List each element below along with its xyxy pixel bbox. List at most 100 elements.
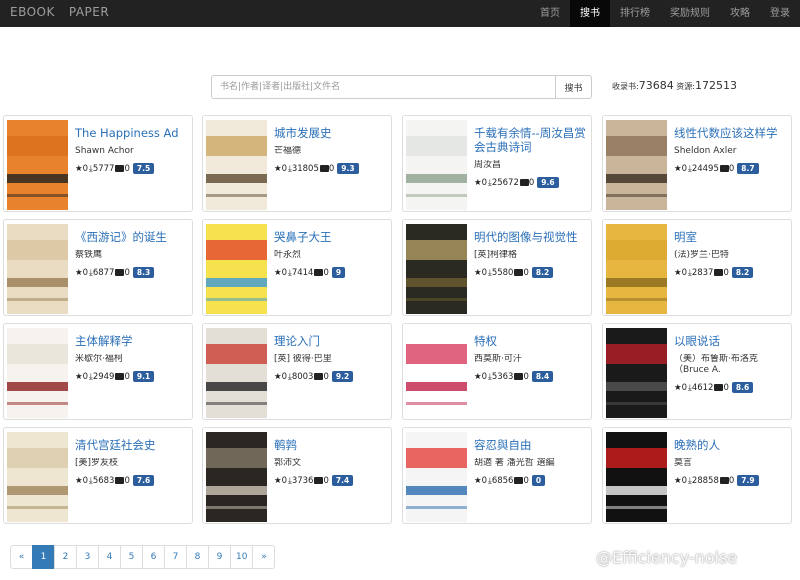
book-card[interactable]: 哭鼻子大王 叶永烈 ★ 0 ⤓ 7414 0 9 xyxy=(202,219,392,316)
page-button[interactable]: 7 xyxy=(164,545,187,569)
book-title[interactable]: 晚熟的人 xyxy=(674,438,788,452)
nav-item-0[interactable]: 首页 xyxy=(530,0,570,27)
book-author[interactable]: [英]柯律格 xyxy=(474,250,588,261)
book-author[interactable]: 蔡铁鹰 xyxy=(75,250,189,261)
book-card[interactable]: 特权 西莫斯·可汗 ★ 0 ⤓ 5363 0 8.4 xyxy=(402,323,592,420)
downloads-count: 2949 xyxy=(92,371,115,382)
book-card[interactable]: 理论入门 [英] 彼得·巴里 ★ 0 ⤓ 8003 0 9.2 xyxy=(202,323,392,420)
book-cover[interactable] xyxy=(406,328,467,418)
book-title[interactable]: The Happiness Ad xyxy=(75,126,189,140)
book-author[interactable]: [美]罗友枝 xyxy=(75,458,189,469)
book-cover[interactable] xyxy=(206,432,267,522)
books-count-label: 收录书: xyxy=(612,82,639,91)
book-card[interactable]: 城市发展史 芒福德 ★ 0 ⤓ 31805 0 9.3 xyxy=(202,115,392,212)
book-author[interactable]: 米歇尔·福柯 xyxy=(75,354,189,365)
book-card[interactable]: 容忍與自由 胡適 著 潘光哲 選編 ★ 0 ⤓ 6856 0 0 xyxy=(402,427,592,524)
likes-count: 0 xyxy=(481,267,488,278)
book-cover[interactable] xyxy=(206,120,267,210)
book-card[interactable]: 鹌鹑 郭沛文 ★ 0 ⤓ 3736 0 7.4 xyxy=(202,427,392,524)
book-title[interactable]: 以眼说话 xyxy=(674,334,788,348)
page-button[interactable]: 3 xyxy=(76,545,99,569)
page-button[interactable]: 9 xyxy=(208,545,231,569)
comment-icon xyxy=(514,477,524,484)
book-title[interactable]: 千载有余情--周汝昌赏会古典诗词 xyxy=(474,126,588,154)
book-cover[interactable] xyxy=(406,120,467,210)
book-card[interactable]: 千载有余情--周汝昌赏会古典诗词 周汝昌 ★ 0 ⤓ 25672 0 9.6 xyxy=(402,115,592,212)
book-author[interactable]: 西莫斯·可汗 xyxy=(474,354,588,365)
page-button[interactable]: 4 xyxy=(98,545,121,569)
book-card[interactable]: 明室 (法)罗兰·巴特 ★ 0 ⤓ 2837 0 8.2 xyxy=(602,219,792,316)
comment-icon xyxy=(514,269,524,276)
nav-item-5[interactable]: 登录 xyxy=(760,0,800,27)
book-cover[interactable] xyxy=(206,328,267,418)
book-title[interactable]: 线性代数应该这样学 xyxy=(674,126,788,140)
book-cover[interactable] xyxy=(406,224,467,314)
page-button[interactable]: 10 xyxy=(230,545,254,569)
book-cover[interactable] xyxy=(406,432,467,522)
book-author[interactable]: 芒福德 xyxy=(274,146,388,157)
page-prev-button[interactable]: « xyxy=(10,545,33,569)
book-title[interactable]: 城市发展史 xyxy=(274,126,388,140)
search-input[interactable] xyxy=(211,75,556,99)
book-card[interactable]: 《西游记》的诞生 蔡铁鹰 ★ 0 ⤓ 6877 0 8.3 xyxy=(3,219,193,316)
book-title[interactable]: 明室 xyxy=(674,230,788,244)
book-title[interactable]: 理论入门 xyxy=(274,334,388,348)
star-icon: ★ xyxy=(75,371,83,382)
book-author[interactable]: 叶永烈 xyxy=(274,250,388,261)
book-title[interactable]: 哭鼻子大王 xyxy=(274,230,388,244)
nav-item-2[interactable]: 排行榜 xyxy=(610,0,660,27)
brand-logo[interactable]: EBOOK PAPER xyxy=(10,5,109,19)
book-title[interactable]: 主体解释学 xyxy=(75,334,189,348)
book-info: 线性代数应该这样学 Sheldon Axler ★ 0 ⤓ 24495 0 8.7 xyxy=(674,126,788,174)
book-author[interactable]: 周汝昌 xyxy=(474,160,588,171)
page-button[interactable]: 6 xyxy=(142,545,165,569)
book-card[interactable]: 以眼说话 （美）布鲁斯·布洛克（Bruce A. ★ 0 ⤓ 4612 0 8.6 xyxy=(602,323,792,420)
book-cover[interactable] xyxy=(7,224,68,314)
book-card[interactable]: 线性代数应该这样学 Sheldon Axler ★ 0 ⤓ 24495 0 8.7 xyxy=(602,115,792,212)
book-meta: ★ 0 ⤓ 5777 0 7.5 xyxy=(75,163,189,174)
book-card[interactable]: 晚熟的人 莫言 ★ 0 ⤓ 28858 0 7.9 xyxy=(602,427,792,524)
book-cover[interactable] xyxy=(7,432,68,522)
book-title[interactable]: 特权 xyxy=(474,334,588,348)
page-next-button[interactable]: » xyxy=(252,545,276,569)
book-meta: ★ 0 ⤓ 5580 0 8.2 xyxy=(474,267,588,278)
book-cover[interactable] xyxy=(7,328,68,418)
book-author[interactable]: （美）布鲁斯·布洛克（Bruce A. xyxy=(674,354,788,376)
book-cover[interactable] xyxy=(206,224,267,314)
book-cover[interactable] xyxy=(606,432,667,522)
book-title[interactable]: 清代宫廷社会史 xyxy=(75,438,189,452)
book-cover[interactable] xyxy=(606,328,667,418)
nav-item-3[interactable]: 奖励规则 xyxy=(660,0,720,27)
book-title[interactable]: 鹌鹑 xyxy=(274,438,388,452)
page-button[interactable]: 5 xyxy=(120,545,143,569)
likes-count: 0 xyxy=(481,371,488,382)
book-card[interactable]: The Happiness Ad Shawn Achor ★ 0 ⤓ 5777 0 7.5 xyxy=(3,115,193,212)
book-cover[interactable] xyxy=(7,120,68,210)
page-button[interactable]: 2 xyxy=(54,545,77,569)
book-author[interactable]: 胡適 著 潘光哲 選編 xyxy=(474,458,588,469)
book-author[interactable]: 郭沛文 xyxy=(274,458,388,469)
page-button[interactable]: 8 xyxy=(186,545,209,569)
book-title[interactable]: 《西游记》的诞生 xyxy=(75,230,189,244)
book-author[interactable]: [英] 彼得·巴里 xyxy=(274,354,388,365)
book-title[interactable]: 明代的图像与视觉性 xyxy=(474,230,588,244)
book-cover[interactable] xyxy=(606,224,667,314)
book-card[interactable]: 明代的图像与视觉性 [英]柯律格 ★ 0 ⤓ 5580 0 8.2 xyxy=(402,219,592,316)
book-card[interactable]: 清代宫廷社会史 [美]罗友枝 ★ 0 ⤓ 5683 0 7.6 xyxy=(3,427,193,524)
book-author[interactable]: 莫言 xyxy=(674,458,788,469)
book-title[interactable]: 容忍與自由 xyxy=(474,438,588,452)
book-author[interactable]: (法)罗兰·巴特 xyxy=(674,250,788,261)
page-button[interactable]: 1 xyxy=(32,545,55,569)
rating-badge: 9 xyxy=(331,267,346,278)
book-author[interactable]: Shawn Achor xyxy=(75,146,189,157)
top-navbar: EBOOK PAPER 首页 搜书 排行榜 奖励规则 攻略 登录 xyxy=(0,0,800,27)
nav-item-4[interactable]: 攻略 xyxy=(720,0,760,27)
book-card[interactable]: 主体解释学 米歇尔·福柯 ★ 0 ⤓ 2949 0 9.1 xyxy=(3,323,193,420)
search-button[interactable]: 搜书 xyxy=(556,75,592,99)
brand-text-paper: PAPER xyxy=(68,5,110,19)
rating-badge: 9.2 xyxy=(331,371,354,382)
nav-item-1[interactable]: 搜书 xyxy=(570,0,610,27)
book-author[interactable]: Sheldon Axler xyxy=(674,146,788,157)
likes-count: 0 xyxy=(481,475,488,486)
book-cover[interactable] xyxy=(606,120,667,210)
